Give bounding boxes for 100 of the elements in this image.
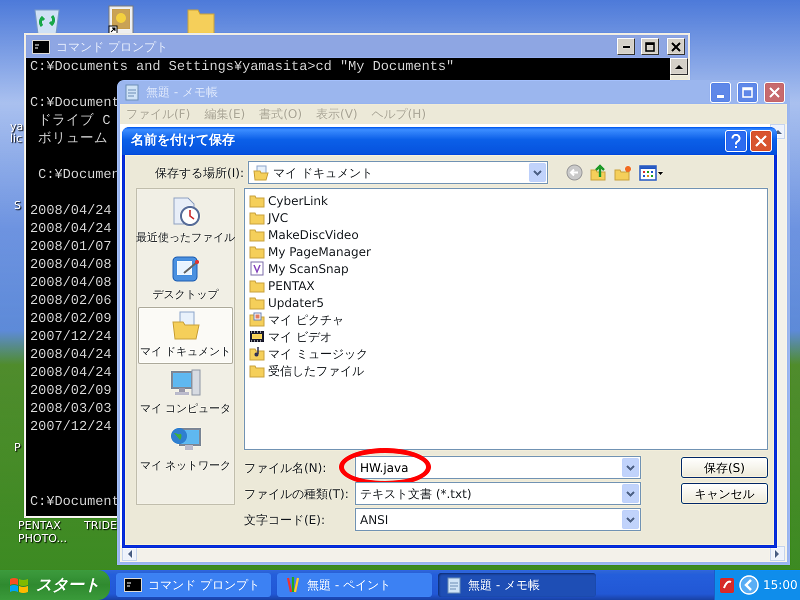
console-line: C:¥Documents and Settings¥yamasita>cd "My Documents" (30, 59, 454, 77)
dialog-title: 名前を付けて保存 (131, 132, 235, 150)
scroll-up-arrow-icon (675, 64, 683, 69)
up-folder-icon[interactable] (590, 164, 607, 181)
save-button[interactable]: 保存(S) (681, 457, 768, 478)
file-name[interactable]: MakeDiscVideo (268, 226, 359, 244)
minimize-button[interactable] (617, 38, 635, 55)
chevron-down-icon (626, 490, 635, 496)
console-line: C:¥Document (30, 95, 120, 112)
tray-app-icon[interactable] (719, 576, 735, 594)
folder-icon (249, 295, 265, 310)
console-line: ドライブ C (37, 113, 110, 131)
console-line: 2008/02/09 (30, 383, 112, 401)
taskbar-button[interactable]: 無題 - メモ帳 (438, 573, 596, 597)
field-label: ファイル名(N): (244, 460, 328, 476)
close-button[interactable] (667, 38, 685, 55)
documents-folder-icon (170, 310, 202, 342)
file-name-input[interactable]: HW.java (360, 458, 621, 476)
console-line: 2008/04/24 (30, 365, 112, 383)
places-item[interactable]: デスクトップ (138, 250, 233, 307)
console-line: 2008/01/07 (30, 239, 112, 257)
picture-folder-icon (249, 312, 265, 327)
folder-icon (249, 193, 265, 208)
console-line: C:¥Document (30, 494, 120, 512)
select-field[interactable]: テキスト文書 (*.txt) (355, 482, 641, 505)
console-line: 2008/02/09 (30, 311, 112, 329)
desktop-icon-label: S (14, 199, 22, 212)
dropdown-value: マイ ドキュメント (273, 164, 373, 182)
console-icon (124, 578, 142, 592)
places-item[interactable]: マイ コンピュータ (138, 364, 233, 421)
location-dropdown[interactable]: マイ ドキュメント (248, 161, 548, 184)
places-label: マイ ネットワーク (140, 458, 232, 474)
field-label: 保存する場所(I): (154, 164, 245, 182)
places-item[interactable]: マイ ネットワーク (138, 421, 233, 478)
window-title: コマンド プロンプト (56, 38, 168, 56)
scroll-left-arrow-icon (127, 550, 132, 558)
view-menu-icon[interactable] (639, 164, 663, 181)
paint-brushes-icon (285, 576, 301, 594)
console-line: 2007/12/24 (30, 329, 112, 347)
console-line: 2008/04/08 (30, 275, 112, 293)
maximize-button[interactable] (641, 38, 659, 55)
document-icon (249, 261, 265, 276)
desktop-icon-label: PENTAX PHOTO... (18, 519, 68, 545)
places-item[interactable]: 最近使ったファイル (138, 193, 233, 250)
file-name[interactable]: Updater5 (268, 294, 324, 312)
file-name[interactable]: My ScanSnap (268, 260, 349, 278)
folder-icon (249, 210, 265, 225)
documents-folder-icon (253, 164, 269, 180)
file-name[interactable]: 受信したファイル (268, 362, 364, 380)
console-line: 2008/04/08 (30, 257, 112, 275)
help-icon (730, 134, 742, 148)
start-button[interactable]: スタート (0, 570, 110, 600)
chevron-down-icon (533, 170, 542, 176)
chevron-down-icon (626, 464, 635, 470)
places-label: デスクトップ (152, 287, 218, 304)
folder-icon (249, 244, 265, 259)
file-name[interactable]: JVC (268, 208, 288, 226)
chevron-left-icon[interactable] (739, 575, 759, 595)
scroll-right-arrow-icon (775, 550, 780, 558)
console-line: 2008/04/24 (30, 221, 112, 239)
new-folder-icon[interactable] (614, 164, 632, 181)
console-line: 2008/04/24 (30, 203, 112, 221)
console-line: C:¥Documen (37, 167, 120, 185)
field-label: ファイルの種類(T): (244, 486, 350, 502)
cancel-button[interactable]: キャンセル (681, 483, 768, 504)
desktop-icon-label: P (14, 441, 22, 454)
music-folder-icon (249, 346, 265, 361)
folder-icon (249, 278, 265, 293)
file-name[interactable]: PENTAX (268, 276, 315, 294)
file-name[interactable]: マイ ビデオ (268, 328, 332, 346)
taskbar-button[interactable]: コマンド プロンプト (116, 573, 271, 597)
help-button[interactable] (725, 130, 747, 152)
file-name[interactable]: CyberLink (268, 192, 328, 210)
taskbar-button[interactable]: 無題 - ペイント (277, 573, 432, 597)
field-label: 文字コード(E): (244, 512, 326, 528)
notepad-icon (124, 83, 140, 101)
places-label: マイ コンピュータ (140, 401, 232, 418)
close-icon (768, 86, 781, 98)
file-name[interactable]: マイ ミュージック (268, 344, 368, 362)
folder-icon (249, 227, 265, 242)
close-icon (671, 42, 681, 52)
file-name-combo-box[interactable]: HW.java (355, 456, 641, 479)
select-field[interactable]: ANSI (355, 508, 641, 531)
clock: 15:00 (763, 577, 798, 594)
desktop-icon-label: TRIDE (84, 519, 118, 532)
chevron-down-icon (626, 516, 635, 522)
places-item[interactable]: マイ ドキュメント (138, 307, 233, 364)
file-name[interactable]: マイ ピクチャ (268, 310, 344, 328)
window-title: 無題 - メモ帳 (146, 84, 218, 101)
console-line: 2007/12/24 (30, 419, 112, 437)
maximize-icon (645, 42, 655, 52)
film-icon (249, 329, 265, 344)
file-name[interactable]: My PageManager (268, 242, 371, 260)
console-icon (32, 40, 50, 54)
places-label: マイ ドキュメント (140, 344, 232, 360)
console-line: 2008/04/24 (30, 347, 112, 365)
places-label: 最近使ったファイル (136, 230, 235, 246)
minimize-icon (622, 46, 630, 48)
folder-icon (249, 363, 265, 378)
maximize-icon (741, 86, 754, 98)
